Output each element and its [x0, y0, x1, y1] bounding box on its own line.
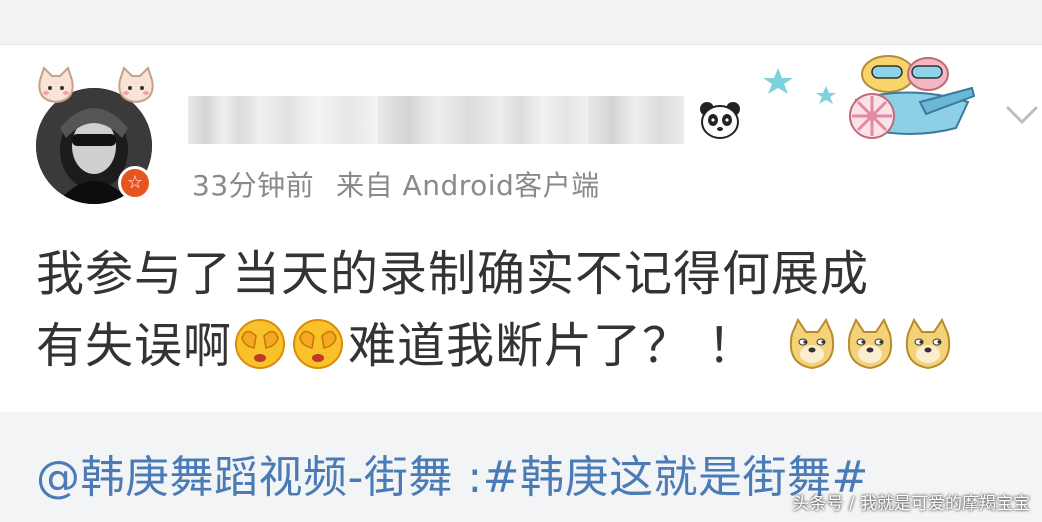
airplane-sticker [763, 55, 976, 139]
cat-icon [38, 66, 74, 104]
user-avatar[interactable]: ☆ [36, 66, 154, 206]
doge-emoji [906, 317, 951, 370]
doge-emoji [790, 317, 835, 370]
post-meta: 33分钟前 来自 Android客户端 [192, 164, 600, 204]
blur-segment [188, 96, 258, 144]
post-time: 33分钟前 [192, 169, 315, 202]
post-content-line-1: 我参与了当天的录制确实不记得何展成 [36, 246, 870, 302]
top-separator [0, 0, 1042, 45]
blur-segment [498, 96, 588, 144]
watermark: 头条号 / 我就是可爱的摩羯宝宝 [792, 494, 1030, 514]
post-source[interactable]: 来自 Android客户端 [336, 169, 600, 202]
covering-eyes-emoji [293, 319, 344, 369]
post-content: 我参与了当天的录制确实不记得何展成 有失误啊 难道我断片了？ ！ [36, 238, 1036, 382]
post-content-line-2: 有失误啊 难道我断片了？ ！ [36, 310, 1036, 382]
weibo-post-screen: ☆ 33分钟前 来自 Android客户端 我参与了当天的录制确实不记得何展成 … [0, 0, 1042, 522]
doge-emoji [848, 317, 893, 370]
covering-eyes-emoji [235, 319, 286, 369]
blur-segment [588, 96, 684, 144]
blur-segment [258, 96, 378, 144]
post-content-text-b: 难道我断片了？ ！ [348, 318, 757, 374]
username-blurred[interactable] [188, 96, 688, 144]
vip-badge-icon: ☆ [118, 166, 152, 200]
post-content-text-a: 有失误啊 [36, 318, 233, 374]
panda-icon [700, 102, 740, 139]
repost-text[interactable]: @韩庚舞蹈视频-街舞 :#韩庚这就是街舞# [36, 448, 869, 508]
cat-icon [118, 66, 154, 104]
chevron-down-icon[interactable] [1004, 100, 1040, 130]
blur-segment [378, 96, 498, 144]
